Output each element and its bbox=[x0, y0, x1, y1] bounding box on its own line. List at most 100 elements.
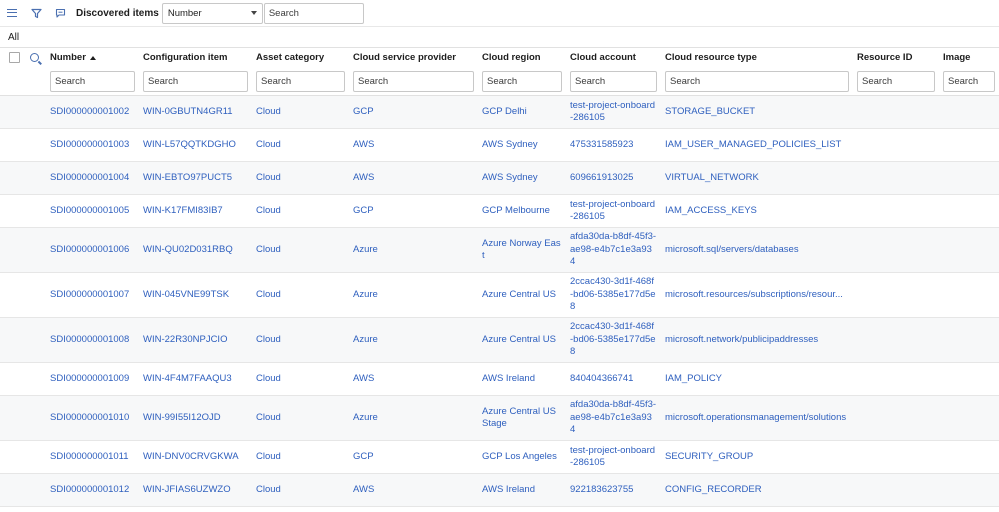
cell-cloud-account[interactable]: 2ccac430-3d1f-468f-bd06-5385e177d5e8 bbox=[566, 272, 661, 318]
cell-cloud-region[interactable]: AWS Sydney bbox=[478, 128, 566, 162]
cell-cloud-resource-type[interactable]: SECURITY_GROUP bbox=[661, 440, 853, 474]
cell-number[interactable]: SDI000000001004 bbox=[46, 161, 139, 195]
cloud-service-provider-search-input[interactable] bbox=[353, 70, 474, 92]
cell-cloud-account[interactable]: 2ccac430-3d1f-468f-bd06-5385e177d5e8 bbox=[566, 317, 661, 363]
cell-cloud-account[interactable]: 840404366741 bbox=[566, 362, 661, 396]
cell-asset-category[interactable]: Cloud bbox=[252, 194, 349, 228]
cell-cloud-region[interactable]: GCP Melbourne bbox=[478, 194, 566, 228]
search-field-select[interactable]: Number bbox=[161, 2, 263, 24]
table-row[interactable]: SDI000000001004 WIN-EBTO97PUCT5 Cloud AWS AW… bbox=[0, 161, 999, 195]
cell-cloud-region[interactable]: AWS Sydney bbox=[478, 161, 566, 195]
cell-number[interactable]: SDI000000001009 bbox=[46, 362, 139, 396]
cloud-resource-type-search-input[interactable] bbox=[665, 70, 849, 92]
cell-cloud-resource-type[interactable]: IAM_ACCESS_KEYS bbox=[661, 194, 853, 228]
column-header-resource-id[interactable]: Resource ID bbox=[853, 47, 939, 68]
cell-number[interactable]: SDI000000001011 bbox=[46, 440, 139, 474]
cell-cloud-resource-type[interactable]: microsoft.resources/subscriptions/resour… bbox=[661, 272, 853, 318]
column-header-configuration-item[interactable]: Configuration item bbox=[139, 47, 252, 68]
table-row[interactable]: SDI000000001011 WIN-DNV0CRVGKWA Cloud GCP GC… bbox=[0, 440, 999, 474]
column-header-cloud-region[interactable]: Cloud region bbox=[478, 47, 566, 68]
column-header-number[interactable]: Number bbox=[46, 47, 139, 68]
cell-cloud-account[interactable]: test-project-onboard-286105 bbox=[566, 194, 661, 228]
list-search-input[interactable] bbox=[263, 2, 364, 24]
cell-cloud-service-provider[interactable]: Azure bbox=[349, 227, 478, 273]
cell-asset-category[interactable]: Cloud bbox=[252, 161, 349, 195]
cell-cloud-resource-type[interactable]: IAM_USER_MANAGED_POLICIES_LIST bbox=[661, 128, 853, 162]
cell-cloud-region[interactable]: Azure Norway East bbox=[478, 227, 566, 273]
cloud-account-search-input[interactable] bbox=[570, 70, 657, 92]
cell-cloud-region[interactable]: AWS Ireland bbox=[478, 362, 566, 396]
cell-configuration-item[interactable]: WIN-L57QQTKDGHO bbox=[139, 128, 252, 162]
resource-id-search-input[interactable] bbox=[857, 70, 935, 92]
image-search-input[interactable] bbox=[943, 70, 995, 92]
select-all-checkbox[interactable] bbox=[9, 52, 20, 64]
cell-cloud-service-provider[interactable]: GCP bbox=[349, 194, 478, 228]
cell-configuration-item[interactable]: WIN-4F4M7FAAQU3 bbox=[139, 362, 252, 396]
cell-cloud-service-provider[interactable]: AWS bbox=[349, 161, 478, 195]
speech-bubble-icon[interactable] bbox=[48, 0, 72, 27]
cell-number[interactable]: SDI000000001008 bbox=[46, 317, 139, 363]
cell-cloud-region[interactable]: GCP Los Angeles bbox=[478, 440, 566, 474]
cell-cloud-service-provider[interactable]: GCP bbox=[349, 95, 478, 129]
cell-configuration-item[interactable]: WIN-DNV0CRVGKWA bbox=[139, 440, 252, 474]
cell-cloud-account[interactable]: test-project-onboard-286105 bbox=[566, 95, 661, 129]
cell-configuration-item[interactable]: WIN-K17FMI83IB7 bbox=[139, 194, 252, 228]
cell-asset-category[interactable]: Cloud bbox=[252, 440, 349, 474]
cell-number[interactable]: SDI000000001005 bbox=[46, 194, 139, 228]
cell-asset-category[interactable]: Cloud bbox=[252, 272, 349, 318]
column-header-cloud-account[interactable]: Cloud account bbox=[566, 47, 661, 68]
number-search-input[interactable] bbox=[50, 70, 135, 92]
cell-cloud-resource-type[interactable]: CONFIG_RECORDER bbox=[661, 473, 853, 507]
table-row[interactable]: SDI000000001003 WIN-L57QQTKDGHO Cloud AWS AW… bbox=[0, 128, 999, 162]
asset-category-search-input[interactable] bbox=[256, 70, 345, 92]
column-header-asset-category[interactable]: Asset category bbox=[252, 47, 349, 68]
cell-number[interactable]: SDI000000001003 bbox=[46, 128, 139, 162]
table-row[interactable]: SDI000000001012 WIN-JFIAS6UZWZO Cloud AWS AW… bbox=[0, 473, 999, 507]
cell-cloud-account[interactable]: afda30da-b8df-45f3-ae98-e4b7c1e3a934 bbox=[566, 395, 661, 441]
cell-configuration-item[interactable]: WIN-QU02D031RBQ bbox=[139, 227, 252, 273]
cell-configuration-item[interactable]: WIN-JFIAS6UZWZO bbox=[139, 473, 252, 507]
table-row[interactable]: SDI000000001002 WIN-0GBUTN4GR11 Cloud GCP GC… bbox=[0, 95, 999, 129]
cell-cloud-region[interactable]: Azure Central US bbox=[478, 272, 566, 318]
cell-cloud-service-provider[interactable]: GCP bbox=[349, 440, 478, 474]
cell-cloud-service-provider[interactable]: AWS bbox=[349, 473, 478, 507]
column-header-image[interactable]: Image bbox=[939, 47, 999, 68]
cell-asset-category[interactable]: Cloud bbox=[252, 317, 349, 363]
cell-number[interactable]: SDI000000001012 bbox=[46, 473, 139, 507]
cloud-region-search-input[interactable] bbox=[482, 70, 562, 92]
cell-cloud-service-provider[interactable]: AWS bbox=[349, 362, 478, 396]
table-row[interactable]: SDI000000001007 WIN-045VNE99TSK Cloud Azure… bbox=[0, 272, 999, 318]
cell-asset-category[interactable]: Cloud bbox=[252, 227, 349, 273]
cell-asset-category[interactable]: Cloud bbox=[252, 95, 349, 129]
cell-cloud-resource-type[interactable]: STORAGE_BUCKET bbox=[661, 95, 853, 129]
cell-cloud-resource-type[interactable]: IAM_POLICY bbox=[661, 362, 853, 396]
table-row[interactable]: SDI000000001005 WIN-K17FMI83IB7 Cloud GCP GC… bbox=[0, 194, 999, 228]
hamburger-menu-icon[interactable] bbox=[0, 0, 24, 27]
cell-configuration-item[interactable]: WIN-22R30NPJCIO bbox=[139, 317, 252, 363]
table-row[interactable]: SDI000000001006 WIN-QU02D031RBQ Cloud Azure… bbox=[0, 227, 999, 273]
cell-asset-category[interactable]: Cloud bbox=[252, 395, 349, 441]
cell-cloud-region[interactable]: Azure Central US bbox=[478, 317, 566, 363]
cell-configuration-item[interactable]: WIN-EBTO97PUCT5 bbox=[139, 161, 252, 195]
cell-cloud-account[interactable]: 922183623755 bbox=[566, 473, 661, 507]
cell-cloud-resource-type[interactable]: microsoft.network/publicipaddresses bbox=[661, 317, 853, 363]
cell-cloud-account[interactable]: test-project-onboard-286105 bbox=[566, 440, 661, 474]
cell-number[interactable]: SDI000000001007 bbox=[46, 272, 139, 318]
configuration-item-search-input[interactable] bbox=[143, 70, 248, 92]
breadcrumb[interactable]: All bbox=[8, 32, 19, 43]
cell-configuration-item[interactable]: WIN-045VNE99TSK bbox=[139, 272, 252, 318]
cell-number[interactable]: SDI000000001006 bbox=[46, 227, 139, 273]
cell-cloud-region[interactable]: GCP Delhi bbox=[478, 95, 566, 129]
column-header-cloud-resource-type[interactable]: Cloud resource type bbox=[661, 47, 853, 68]
search-icon[interactable] bbox=[30, 53, 39, 63]
cell-cloud-account[interactable]: 475331585923 bbox=[566, 128, 661, 162]
funnel-icon[interactable] bbox=[24, 0, 48, 27]
cell-cloud-account[interactable]: afda30da-b8df-45f3-ae98-e4b7c1e3a934 bbox=[566, 227, 661, 273]
cell-asset-category[interactable]: Cloud bbox=[252, 128, 349, 162]
cell-cloud-service-provider[interactable]: Azure bbox=[349, 272, 478, 318]
cell-cloud-resource-type[interactable]: microsoft.sql/servers/databases bbox=[661, 227, 853, 273]
cell-cloud-service-provider[interactable]: Azure bbox=[349, 395, 478, 441]
cell-asset-category[interactable]: Cloud bbox=[252, 473, 349, 507]
cell-cloud-resource-type[interactable]: VIRTUAL_NETWORK bbox=[661, 161, 853, 195]
cell-cloud-account[interactable]: 609661913025 bbox=[566, 161, 661, 195]
